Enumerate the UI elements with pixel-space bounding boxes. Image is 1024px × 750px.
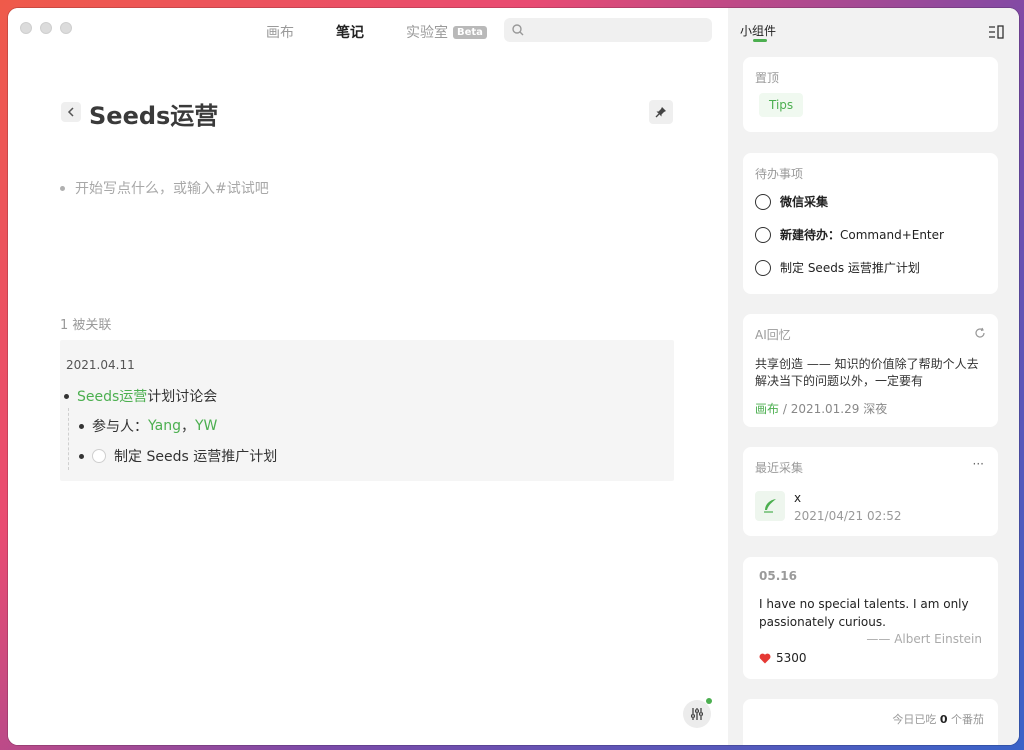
ai-memory-meta: 画布 / 2021.01.29 深夜 <box>755 402 888 416</box>
chevron-left-icon <box>67 107 74 117</box>
pomodoro-widget: 今日已吃 0 个番茄 <box>743 699 998 745</box>
pin-button[interactable] <box>649 100 673 124</box>
panel-toggle-icon <box>989 25 1004 39</box>
todo-widget: 待办事项 微信采集 新建待办： Command+Enter 制定 Seeds 运… <box>743 153 998 294</box>
backlink-date: 2021.04.11 <box>66 358 135 372</box>
widget-title: 最近采集 <box>755 461 804 475</box>
participant-link[interactable]: YW <box>195 418 217 434</box>
ai-memory-widget: AI回忆 共享创造 —— 知识的价值除了帮助个人去解决当下的问题以外，一定要有 … <box>743 314 998 427</box>
ai-memory-text[interactable]: 共享创造 —— 知识的价值除了帮助个人去解决当下的问题以外，一定要有 <box>755 356 987 390</box>
sliders-icon <box>691 708 703 720</box>
back-button[interactable] <box>61 102 81 122</box>
widget-sidebar: 小组件 置顶 Tips 待办事项 微信采集 新建待办： Command+Ente… <box>728 8 1019 745</box>
recent-item-thumbnail[interactable] <box>755 491 785 521</box>
quote-author: —— Albert Einstein <box>866 632 982 646</box>
refresh-icon[interactable] <box>974 327 986 339</box>
pinned-widget: 置顶 Tips <box>743 57 998 132</box>
todo-item[interactable]: 微信采集 <box>755 193 828 210</box>
participants-row: 参与人： Yang ， YW <box>79 416 217 436</box>
pomodoro-count: 今日已吃 0 个番茄 <box>892 713 984 726</box>
bullet-dot <box>79 423 84 429</box>
participant-link[interactable]: Yang <box>148 418 181 434</box>
top-nav: 画布 笔记 实验室 Beta <box>266 20 529 44</box>
todo-checkbox[interactable] <box>92 449 106 463</box>
bullet-dot <box>79 453 84 459</box>
active-tab-indicator <box>753 39 767 42</box>
pin-icon <box>655 107 666 118</box>
search-box[interactable] <box>504 18 712 42</box>
like-button[interactable]: 5300 <box>759 651 807 665</box>
like-count: 5300 <box>776 651 807 665</box>
notification-dot <box>706 698 712 704</box>
backlink-main-row: Seeds运营 计划讨论会 <box>64 386 217 406</box>
recent-item-title[interactable]: x <box>794 491 801 505</box>
tab-notes[interactable]: 笔记 <box>336 22 364 42</box>
widgets-tab[interactable]: 小组件 <box>740 22 776 39</box>
minimize-window-button[interactable] <box>40 22 52 34</box>
tab-canvas[interactable]: 画布 <box>266 22 294 42</box>
bullet-dot <box>64 393 69 399</box>
widget-title: 待办事项 <box>755 167 804 181</box>
widget-title: AI回忆 <box>755 328 791 342</box>
zoom-window-button[interactable] <box>60 22 72 34</box>
window-controls <box>20 22 72 34</box>
sidebar-toggle-button[interactable] <box>988 24 1004 43</box>
more-button[interactable]: ··· <box>973 457 984 471</box>
search-icon <box>512 24 524 36</box>
recent-item-time: 2021/04/21 02:52 <box>794 509 902 523</box>
note-title[interactable]: Seeds运营 <box>89 96 218 131</box>
todo-checkbox[interactable] <box>755 226 771 243</box>
backlinks-heading: 1 被关联 <box>60 318 112 333</box>
quote-text: I have no special talents. I am only pas… <box>759 597 969 629</box>
bullet-dot <box>60 185 65 191</box>
source-link[interactable]: 画布 <box>755 402 779 416</box>
daily-quote-widget: 05.16 I have no special talents. I am on… <box>743 557 998 679</box>
search-input[interactable] <box>530 22 704 38</box>
filter-button[interactable] <box>683 700 711 728</box>
pinned-tag[interactable]: Tips <box>759 93 804 117</box>
todo-checkbox[interactable] <box>755 193 771 210</box>
todo-item[interactable]: 新建待办： Command+Enter <box>755 226 944 243</box>
backlink-todo-row: 制定 Seeds 运营推广计划 <box>79 446 277 466</box>
note-link[interactable]: Seeds运营 <box>77 386 147 406</box>
recent-collection-widget: 最近采集 ··· x 2021/04/21 02:52 <box>743 447 998 536</box>
indent-guide <box>68 408 69 470</box>
backlink-card[interactable]: 2021.04.11 Seeds运营 计划讨论会 参与人： Yang ， YW … <box>60 340 674 481</box>
todo-checkbox[interactable] <box>755 259 771 276</box>
editor-placeholder[interactable]: 开始写点什么，或输入#试试吧 <box>60 178 269 198</box>
app-window: 画布 笔记 实验室 Beta Seeds运营 开始写点什么，或输入#试试吧 1 被… <box>8 8 1019 745</box>
todo-item[interactable]: 制定 Seeds 运营推广计划 <box>755 259 920 276</box>
close-window-button[interactable] <box>20 22 32 34</box>
tab-lab[interactable]: 实验室 Beta <box>406 22 487 42</box>
quote-date: 05.16 <box>759 569 797 583</box>
heart-icon <box>759 653 771 663</box>
feather-icon <box>764 499 776 513</box>
main-pane: 画布 笔记 实验室 Beta Seeds运营 开始写点什么，或输入#试试吧 1 被… <box>8 8 728 745</box>
beta-badge: Beta <box>453 25 487 39</box>
widget-title: 置顶 <box>755 71 780 85</box>
